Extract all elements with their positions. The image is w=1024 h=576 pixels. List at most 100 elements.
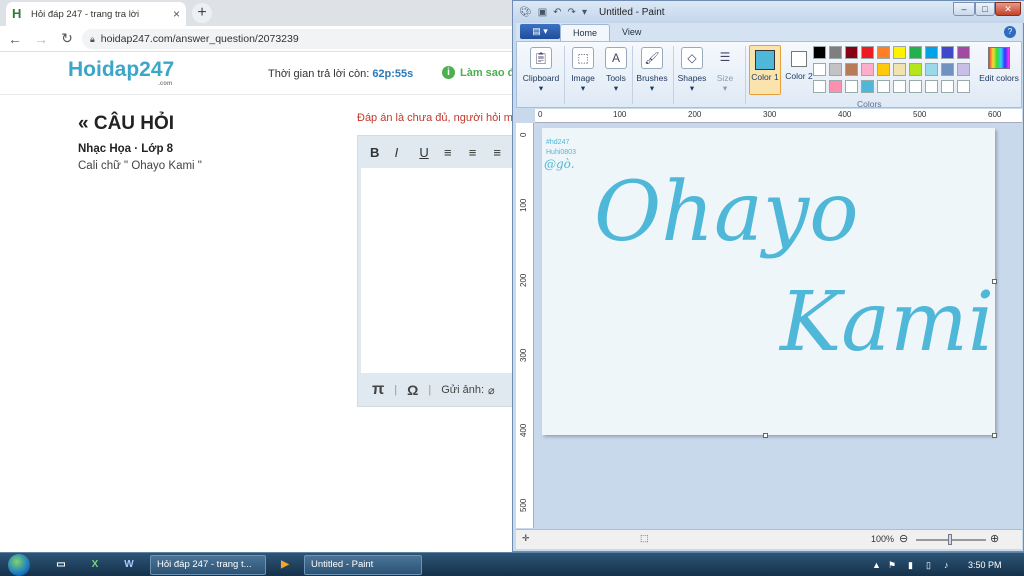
- align-center-icon[interactable]: ≡: [469, 145, 494, 160]
- shapes-group[interactable]: ◇ Shapes ▾: [676, 45, 708, 105]
- palette-swatch[interactable]: [925, 63, 938, 76]
- palette-swatch[interactable]: [845, 63, 858, 76]
- clock[interactable]: 3:50 PM: [968, 553, 1002, 576]
- palette-swatch[interactable]: [813, 80, 826, 93]
- zoom-out-icon[interactable]: ⊖: [899, 532, 908, 545]
- media-player-icon[interactable]: ▶: [272, 556, 298, 574]
- palette-swatch[interactable]: [861, 63, 874, 76]
- footer-separator: |: [394, 384, 398, 396]
- tab-view[interactable]: View: [610, 24, 653, 41]
- system-tray: ▲ ⚑ ▮ ▯ ♪ 3:50 PM: [868, 553, 1024, 576]
- maximize-button[interactable]: □: [975, 2, 995, 16]
- question-heading: « CÂU HỎI: [78, 113, 175, 134]
- action-center-icon[interactable]: ⚑: [888, 553, 896, 576]
- palette-swatch[interactable]: [861, 46, 874, 59]
- browser-tab[interactable]: H Hỏi đáp 247 - trang tra lời ×: [6, 2, 186, 26]
- site-logo[interactable]: Hoidap247 .com: [68, 58, 174, 87]
- paint-menu-button[interactable]: ▤ ▾: [520, 24, 560, 39]
- cursor-position-icon: ✛: [522, 533, 530, 543]
- palette-swatch[interactable]: [877, 80, 890, 93]
- paperclip-icon[interactable]: ⌀: [488, 384, 495, 397]
- ruler-tick-label: 600: [988, 110, 1002, 119]
- text-tool-icon: A: [605, 47, 627, 69]
- bold-button[interactable]: B: [370, 145, 395, 160]
- how-to-link[interactable]: i Làm sao đ: [442, 66, 514, 79]
- palette-swatch[interactable]: [925, 46, 938, 59]
- palette-swatch[interactable]: [829, 63, 842, 76]
- palette-swatch[interactable]: [941, 80, 954, 93]
- battery-icon[interactable]: ▯: [926, 553, 931, 576]
- omega-button[interactable]: Ω: [407, 382, 418, 398]
- image-group[interactable]: ⬚ Image ▾: [567, 45, 599, 105]
- palette-swatch[interactable]: [909, 80, 922, 93]
- palette-swatch[interactable]: [957, 80, 970, 93]
- undo-icon[interactable]: ↶: [553, 7, 561, 18]
- palette-swatch[interactable]: [829, 46, 842, 59]
- excel-icon[interactable]: X: [82, 556, 108, 574]
- tray-arrow-icon[interactable]: ▲: [872, 553, 881, 576]
- italic-button[interactable]: I: [395, 145, 420, 160]
- palette-swatch[interactable]: [941, 63, 954, 76]
- palette-swatch[interactable]: [893, 63, 906, 76]
- palette-swatch[interactable]: [877, 46, 890, 59]
- zoom-in-icon[interactable]: ⊕: [990, 532, 999, 545]
- help-icon[interactable]: ?: [1004, 26, 1016, 38]
- answer-textarea[interactable]: [361, 168, 515, 373]
- question-meta[interactable]: Nhạc Họa · Lớp 8: [78, 143, 173, 155]
- palette-swatch[interactable]: [861, 80, 874, 93]
- size-icon: ☰: [719, 50, 731, 64]
- forward-arrow-icon[interactable]: →: [30, 31, 52, 47]
- palette-swatch[interactable]: [957, 46, 970, 59]
- new-tab-button[interactable]: +: [192, 3, 212, 23]
- palette-swatch[interactable]: [813, 46, 826, 59]
- palette-swatch[interactable]: [829, 80, 842, 93]
- pi-button[interactable]: π: [372, 381, 384, 399]
- network-icon[interactable]: ▮: [908, 553, 913, 576]
- taskbar-chrome[interactable]: Hỏi đáp 247 - trang t...: [150, 555, 266, 575]
- brushes-label: Brushes: [636, 73, 668, 83]
- address-bar[interactable]: 🔒︎ hoidap247.com/answer_question/2073239: [82, 29, 522, 49]
- save-icon[interactable]: ▣: [538, 7, 547, 18]
- palette-swatch[interactable]: [845, 46, 858, 59]
- resize-handle[interactable]: [763, 433, 768, 438]
- resize-handle[interactable]: [992, 433, 997, 438]
- underline-button[interactable]: U: [419, 145, 444, 160]
- palette-swatch[interactable]: [877, 63, 890, 76]
- palette-swatch[interactable]: [925, 80, 938, 93]
- word-icon[interactable]: W: [116, 556, 142, 574]
- tab-close-icon[interactable]: ×: [173, 7, 180, 21]
- start-button[interactable]: [2, 553, 36, 576]
- clipboard-group[interactable]: 📋︎ Clipboard ▾: [521, 45, 561, 105]
- color2-button[interactable]: Color 2: [785, 45, 813, 95]
- paint-status-bar: ✛ ⬚ 100% ⊖ ⊕: [516, 529, 1022, 549]
- palette-swatch[interactable]: [941, 46, 954, 59]
- volume-icon[interactable]: ♪: [944, 553, 949, 576]
- palette-swatch[interactable]: [957, 63, 970, 76]
- minimize-button[interactable]: –: [953, 2, 975, 16]
- edit-colors-button[interactable]: Edit colors: [979, 45, 1019, 100]
- resize-handle[interactable]: [992, 279, 997, 284]
- palette-swatch[interactable]: [893, 80, 906, 93]
- reload-icon[interactable]: ↻: [56, 30, 78, 47]
- close-button[interactable]: ✕: [995, 2, 1021, 16]
- palette-swatch[interactable]: [893, 46, 906, 59]
- drawing-canvas[interactable]: #hd247 Huhi0803 @gò. Ohayo Kami: [542, 128, 995, 435]
- align-left-icon[interactable]: ≡: [444, 145, 469, 160]
- back-arrow-icon[interactable]: ←: [4, 31, 26, 47]
- palette-swatch[interactable]: [845, 80, 858, 93]
- tools-group[interactable]: A Tools ▾: [601, 45, 631, 105]
- tab-home[interactable]: Home: [560, 24, 611, 41]
- size-group[interactable]: ☰ Size ▾: [710, 45, 740, 105]
- palette-swatch[interactable]: [813, 63, 826, 76]
- color1-button[interactable]: Color 1: [749, 45, 781, 95]
- explorer-icon[interactable]: ▭: [48, 556, 74, 574]
- brushes-group[interactable]: 🖌︎ Brushes ▾: [635, 45, 669, 105]
- palette-swatch[interactable]: [909, 63, 922, 76]
- ruler-tick-label: 200: [519, 273, 528, 287]
- redo-icon[interactable]: ↷: [568, 7, 576, 18]
- palette-swatch[interactable]: [909, 46, 922, 59]
- customize-icon[interactable]: ▾: [582, 7, 587, 18]
- taskbar-paint[interactable]: Untitled - Paint: [304, 555, 422, 575]
- attach-image-label: Gửi ảnh:: [441, 384, 485, 396]
- zoom-slider-thumb[interactable]: [948, 534, 952, 545]
